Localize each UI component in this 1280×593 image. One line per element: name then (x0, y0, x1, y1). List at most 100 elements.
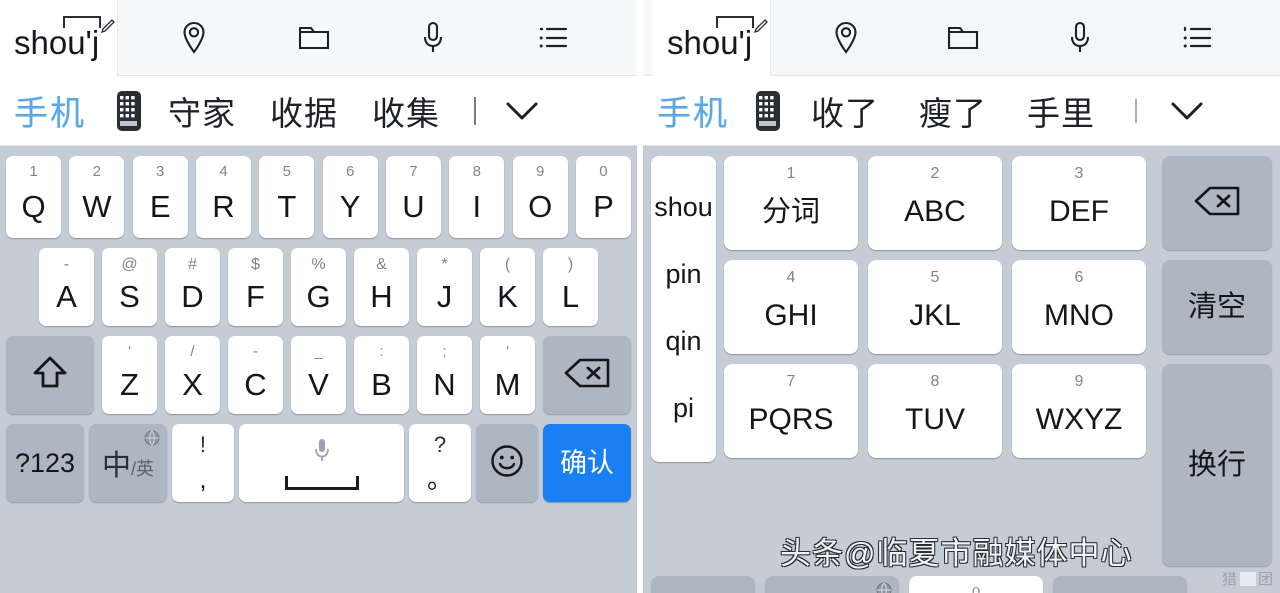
key-label: E (149, 188, 171, 224)
list-icon[interactable] (532, 17, 574, 59)
key-label: G (306, 278, 331, 314)
key-hint: 9 (1074, 373, 1084, 390)
key-label: WXYZ (1035, 403, 1123, 436)
key-7-pqrs[interactable]: 7 PQRS (724, 364, 858, 458)
key-5-jkl[interactable]: 5 JKL (868, 260, 1002, 354)
key-f[interactable]: $ F (228, 248, 283, 326)
key-x[interactable]: / X (165, 336, 220, 414)
right-candidate-3[interactable]: 手里 (1027, 87, 1095, 135)
space-key[interactable] (239, 424, 404, 502)
key-r[interactable]: 4R (195, 156, 251, 238)
left-candidate-1[interactable]: 守家 (168, 87, 236, 135)
key-k[interactable]: (K (480, 248, 535, 326)
left-pinyin-compose-field[interactable]: shou'j (0, 0, 118, 76)
key-y[interactable]: 6Y (322, 156, 378, 238)
key-label: C (244, 366, 267, 402)
language-toggle-key[interactable]: 中/英 (765, 576, 899, 593)
pinyin-option-1[interactable]: shou (654, 192, 713, 223)
key-i[interactable]: 8I (449, 156, 505, 238)
nine-key-main-area: shou pin qin pi 1 分词 2 ABC 3 DEF 4 GHI 5 JKL … (643, 146, 1280, 566)
key-c[interactable]: -C (228, 336, 283, 414)
microphone-icon (313, 437, 331, 468)
pinyin-option-2[interactable]: pin (665, 259, 701, 290)
key-m[interactable]: ' M (480, 336, 535, 414)
period-key[interactable]: ? 。 (409, 424, 471, 502)
chevron-down-icon[interactable] (502, 91, 542, 131)
key-2-abc[interactable]: 2 ABC (868, 156, 1002, 250)
key-a[interactable]: -A (39, 248, 94, 326)
microphone-icon[interactable] (412, 17, 454, 59)
left-candidate-selected[interactable]: 手机 (14, 86, 86, 135)
folder-icon[interactable] (942, 17, 984, 59)
key-8-tuv[interactable]: 8 TUV (868, 364, 1002, 458)
key-l[interactable]: ) L (543, 248, 598, 326)
left-qwerty-keyboard: 1Q 2W 3E 4R 5T 6Y 7U 8I 9O 0P -A @ S # D $… (0, 146, 637, 502)
key-d[interactable]: # D (165, 248, 220, 326)
key-t[interactable]: 5T (259, 156, 315, 238)
key-w[interactable]: 2W (69, 156, 125, 238)
left-candidate-2[interactable]: 收据 (270, 87, 338, 135)
right-candidate-selected[interactable]: 手机 (657, 86, 729, 135)
key-hint: ' (128, 343, 131, 360)
key-hint: / (190, 343, 195, 360)
confirm-key[interactable]: 确认 (543, 424, 631, 502)
candidate-divider (1135, 98, 1137, 123)
key-n[interactable]: ; N (417, 336, 472, 414)
key-u[interactable]: 7U (385, 156, 441, 238)
location-pin-icon[interactable] (173, 17, 215, 59)
numeric-mode-key[interactable]: ?123 (6, 424, 84, 502)
language-toggle-key[interactable]: 中/英 (89, 424, 167, 502)
key-g[interactable]: % G (291, 248, 346, 326)
space-key[interactable]: 0 (909, 576, 1043, 593)
key-p[interactable]: 0P (575, 156, 631, 238)
backspace-key[interactable] (543, 336, 631, 414)
symbol-key[interactable]: 符号 (651, 576, 755, 593)
key-6-mno[interactable]: 6 MNO (1012, 260, 1146, 354)
key-v[interactable]: _ V (291, 336, 346, 414)
numeric-key[interactable]: 123 (1053, 576, 1187, 593)
microphone-icon[interactable] (1059, 17, 1101, 59)
shift-key[interactable] (6, 336, 94, 414)
chevron-down-icon[interactable] (1167, 91, 1207, 131)
key-z[interactable]: ' Z (102, 336, 157, 414)
key-j[interactable]: * J (417, 248, 472, 326)
phone-emoji-icon[interactable] (116, 90, 142, 132)
key-label: A (56, 278, 77, 314)
right-candidate-1[interactable]: 收了 (811, 87, 879, 135)
emoji-key[interactable] (476, 424, 538, 502)
key-label: ? 。 (427, 434, 453, 493)
key-label: JKL (909, 299, 961, 332)
key-q[interactable]: 1Q (6, 156, 61, 238)
key-9-wxyz[interactable]: 9 WXYZ (1012, 364, 1146, 458)
key-h[interactable]: & H (354, 248, 409, 326)
key-1-fenci[interactable]: 1 分词 (724, 156, 858, 250)
list-icon[interactable] (1176, 17, 1218, 59)
pencil-icon[interactable] (100, 18, 116, 34)
key-label: TUV (905, 403, 965, 436)
folder-icon[interactable] (293, 17, 335, 59)
right-candidate-2[interactable]: 瘦了 (919, 87, 987, 135)
nine-key-bottom-row: 符号 中/英 0 (643, 566, 1280, 593)
pencil-icon[interactable] (753, 18, 769, 34)
right-pinyin-compose-field[interactable]: shou'j (653, 0, 771, 76)
key-o[interactable]: 9O (512, 156, 568, 238)
pinyin-option-4[interactable]: pi (673, 393, 694, 424)
key-label: I (472, 188, 482, 224)
backspace-key[interactable] (1162, 156, 1272, 250)
phone-emoji-icon[interactable] (755, 90, 781, 132)
location-pin-icon[interactable] (825, 17, 867, 59)
pinyin-option-3[interactable]: qin (665, 326, 701, 357)
clear-key[interactable]: 清空 (1162, 260, 1272, 354)
comma-key[interactable]: ! , (172, 424, 234, 502)
key-3-def[interactable]: 3 DEF (1012, 156, 1146, 250)
left-candidate-3[interactable]: 收集 (372, 87, 440, 135)
key-b[interactable]: :B (354, 336, 409, 414)
right-nine-key-keyboard: shou pin qin pi 1 分词 2 ABC 3 DEF 4 GHI 5 JKL … (643, 146, 1280, 593)
newline-key[interactable]: 换行 (1162, 364, 1272, 566)
key-hint: 3 (1074, 165, 1084, 182)
key-e[interactable]: 3E (132, 156, 188, 238)
key-s[interactable]: @ S (102, 248, 157, 326)
key-label: T (277, 188, 297, 224)
key-4-ghi[interactable]: 4 GHI (724, 260, 858, 354)
nine-key-grid: 1 分词 2 ABC 3 DEF 4 GHI 5 JKL 6 MNO 7 PQRS 8 TUV … (724, 156, 1146, 566)
